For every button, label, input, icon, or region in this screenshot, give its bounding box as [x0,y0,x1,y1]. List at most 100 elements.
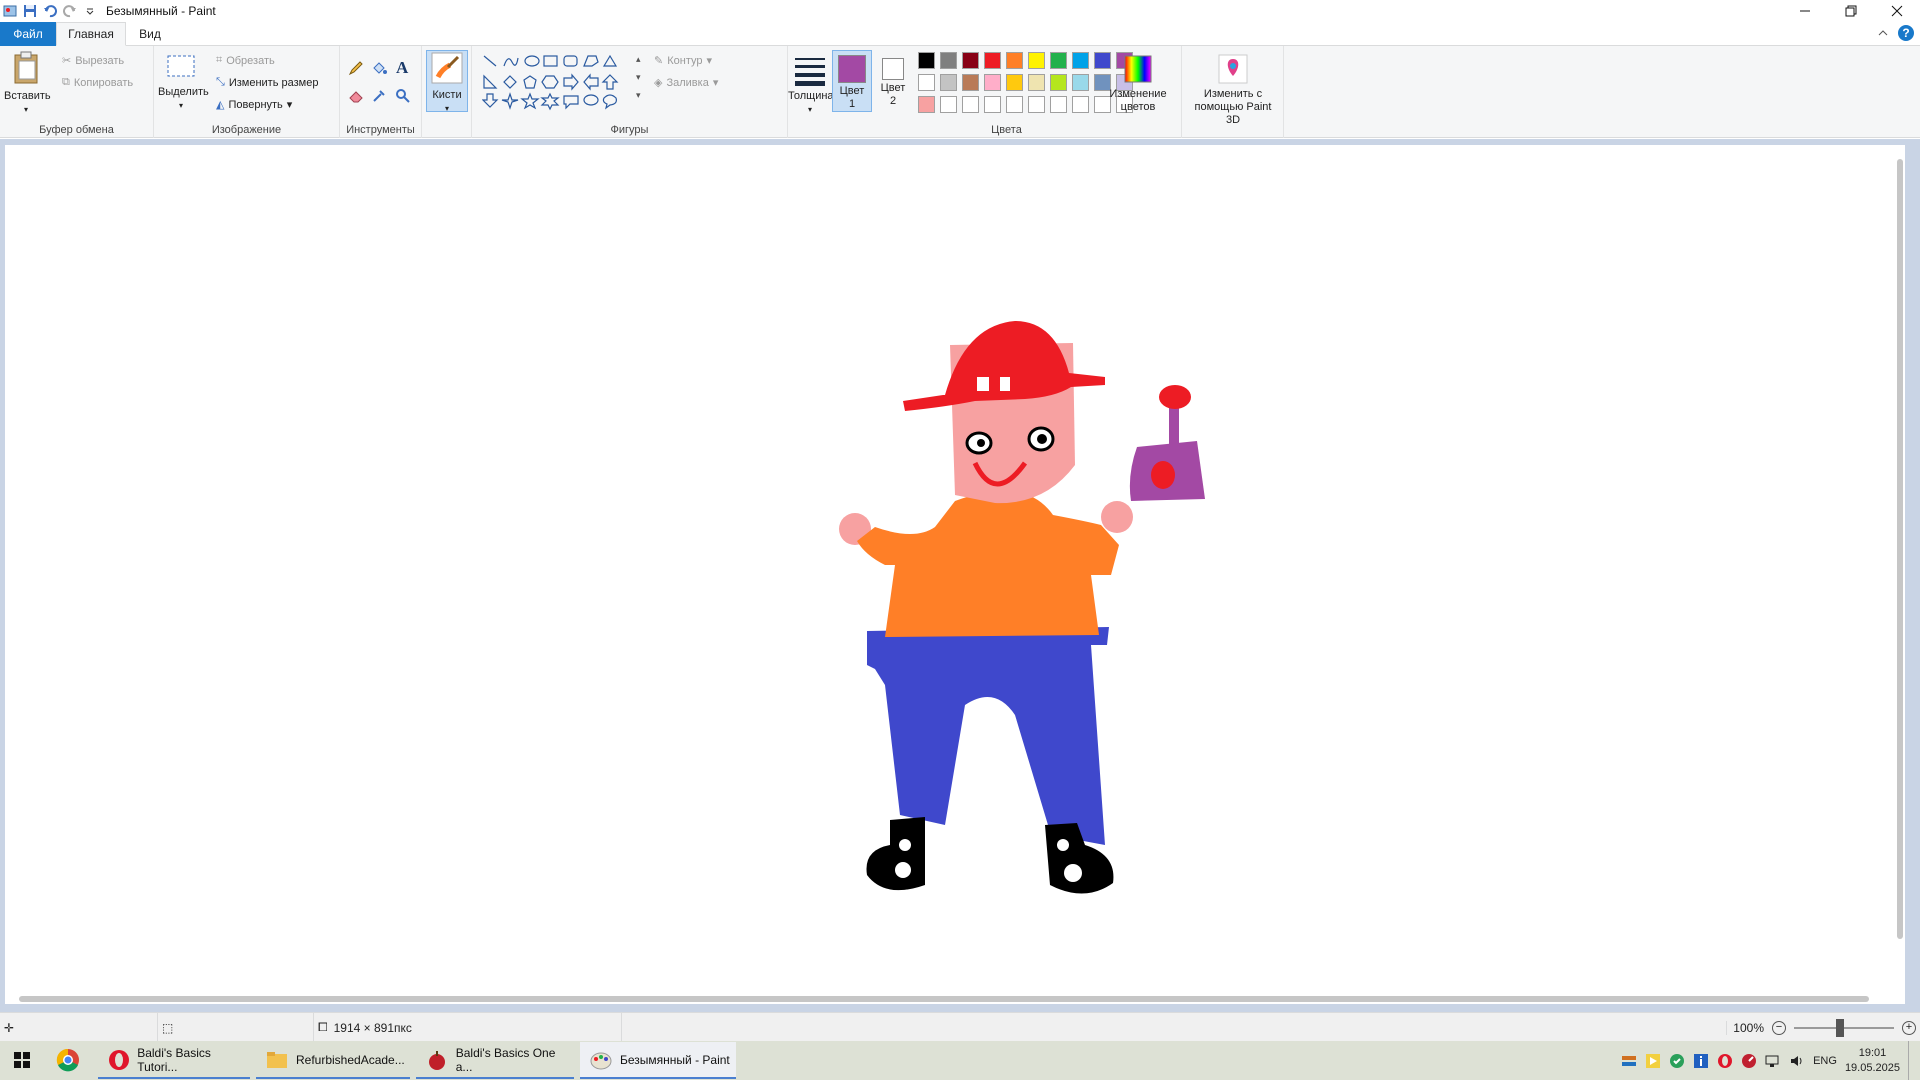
chrome-icon [56,1048,79,1072]
cut-button[interactable]: ✂ Вырезать [62,54,124,68]
copy-button[interactable]: ⧉ Копировать [62,76,133,89]
right-arrow-shape-icon [563,73,579,91]
palette-swatch[interactable] [940,52,957,69]
tab-view[interactable]: Вид [126,22,174,46]
palette-swatch[interactable] [918,52,935,69]
info-tray-icon[interactable] [1693,1053,1709,1069]
opera-tray-icon[interactable] [1717,1053,1733,1069]
palette-swatch[interactable] [962,52,979,69]
rotate-button[interactable]: ◭ Повернуть ▾ [216,98,292,112]
save-icon[interactable] [22,3,38,19]
paint3d-button[interactable]: Изменить с помощью Paint 3D [1186,54,1280,127]
restore-button[interactable] [1828,0,1874,22]
size-button[interactable]: Толщина ▾ [788,54,834,116]
paint3d-icon [1218,54,1248,84]
undo-icon[interactable] [42,3,58,19]
copy-label: Копировать [73,76,134,89]
outline-button[interactable]: ✎ Контур ▾ [654,54,712,68]
resize-button[interactable]: ⤡ Изменить размер [216,76,318,89]
palette-swatch[interactable] [984,52,1001,69]
drawing-canvas[interactable] [5,145,1905,1004]
task-baldi[interactable]: Baldi's Basics One a... [416,1042,574,1079]
customize-chevron-icon[interactable] [82,3,98,19]
close-button[interactable] [1874,0,1920,22]
vertical-scrollbar[interactable] [1897,159,1903,939]
tab-home[interactable]: Главная [56,22,126,46]
language-indicator[interactable]: ENG [1813,1055,1837,1067]
palette-swatch[interactable] [1028,52,1045,69]
palette-swatch[interactable] [940,74,957,91]
shapes-scroll[interactable]: ▴ ▾ ▾ [636,50,641,104]
speedometer-tray-icon[interactable] [1741,1053,1757,1069]
minimize-button[interactable] [1782,0,1828,22]
ribbon: Вставить ▾ ✂ Вырезать ⧉ Копировать Буфер о… [0,46,1920,138]
volume-icon[interactable] [1789,1053,1805,1069]
paint-app-icon[interactable] [2,3,18,19]
palette-swatch[interactable] [1006,96,1023,113]
color1-button[interactable]: Цвет 1 [832,50,872,112]
task-paint[interactable]: Безымянный - Paint [580,1042,736,1079]
five-point-star-icon [520,92,540,110]
magnifier-icon[interactable] [395,88,411,104]
zoom-out-button[interactable]: − [1772,1020,1786,1035]
start-button[interactable] [14,1052,30,1071]
brushes-button[interactable]: Кисти ▾ [426,50,468,113]
diamond-shape-icon [503,75,517,89]
minimize-icon [1800,10,1810,12]
eraser-icon[interactable] [348,88,364,104]
color2-swatch [882,58,904,80]
shapes-gallery[interactable] [482,54,632,114]
horizontal-scrollbar[interactable] [19,996,1869,1002]
palette-swatch[interactable] [1050,52,1067,69]
colors-group-label: Цвета [991,124,1022,136]
palette-swatch[interactable] [984,96,1001,113]
palette-swatch[interactable] [918,74,935,91]
color-picker-icon[interactable] [371,88,387,104]
color2-button[interactable]: Цвет 2 [874,50,912,112]
collapse-ribbon-icon[interactable] [1878,28,1888,38]
media-player-tray-icon[interactable] [1645,1053,1661,1069]
select-label: Выделить [158,86,209,98]
text-tool-icon[interactable]: A [396,58,408,78]
palette-swatch[interactable] [940,96,957,113]
pencil-icon[interactable] [348,60,364,76]
canvas-dimensions: 1914 × 891пкс [333,1020,412,1035]
palette-swatch[interactable] [962,96,979,113]
edit-colors-button[interactable]: Изменение цветов [1098,54,1178,114]
oval-shape-icon [524,55,540,67]
tab-file[interactable]: Файл [0,22,56,46]
palette-swatch[interactable] [1028,74,1045,91]
palette-swatch[interactable] [1006,74,1023,91]
palette-swatch[interactable] [1050,74,1067,91]
paste-button[interactable]: Вставить ▾ [4,50,51,116]
clock[interactable]: 19:01 19.05.2025 [1845,1046,1900,1076]
palette-swatch[interactable] [1072,96,1089,113]
network-tray-icon[interactable] [1765,1053,1781,1069]
help-icon[interactable]: ? [1898,25,1914,41]
rotate-icon: ◭ [216,99,225,111]
shield-tray-icon[interactable] [1669,1053,1685,1069]
palette-swatch[interactable] [1072,52,1089,69]
selection-icon: ⬚ [162,1020,174,1035]
task-opera[interactable]: Baldi's Basics Tutori... [98,1042,250,1079]
zoom-in-button[interactable]: + [1902,1020,1916,1035]
palette-swatch[interactable] [984,74,1001,91]
zoom-slider-thumb[interactable] [1836,1018,1844,1037]
palette-swatch[interactable] [918,96,935,113]
stack-tray-icon[interactable] [1621,1053,1637,1069]
palette-swatch[interactable] [1050,96,1067,113]
task-label: Безымянный - Paint [620,1052,730,1067]
palette-swatch[interactable] [1006,52,1023,69]
chrome-pinned[interactable] [56,1048,80,1075]
redo-icon[interactable] [62,3,78,19]
palette-swatch[interactable] [1028,96,1045,113]
palette-swatch[interactable] [962,74,979,91]
select-button[interactable]: Выделить ▾ [158,50,209,112]
fill-bucket-icon[interactable] [371,60,387,76]
palette-swatch[interactable] [1072,74,1089,91]
fill-button[interactable]: ◈ Заливка ▾ [654,76,718,90]
crop-button[interactable]: ⌗ Обрезать [216,54,275,67]
show-desktop-button[interactable] [1908,1041,1914,1080]
zoom-slider[interactable] [1794,1018,1894,1037]
task-folder[interactable]: RefurbishedAcade... [256,1042,410,1079]
